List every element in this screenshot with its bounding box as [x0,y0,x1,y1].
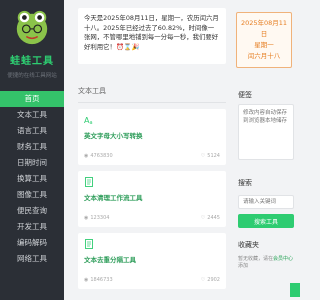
tool-card-meta: ◉ 4763830 ♡ 5124 [84,153,220,159]
memo-textarea[interactable] [238,104,294,160]
heart-icon: ♡ [200,215,206,221]
sidebar-item-dev-tools[interactable]: 开发工具 [0,219,64,235]
date-line: 2025年08月11日 [240,19,288,38]
sidebar-item-language-tools[interactable]: 语言工具 [0,123,64,139]
font-case-icon: A a [84,116,93,125]
favorites-title: 收藏夹 [238,241,259,249]
weekday-line: 星期一 [254,41,274,49]
memo-title: 便签 [238,91,252,99]
fav-count: ♡ 2902 [201,277,220,283]
eye-icon: ◉ [84,153,89,159]
date-banner: 今天是2025年08月11日，星期一，农历闰六月十八。2025年已经过去了60.… [78,8,226,64]
favorites-empty-text: 暂无收藏，请在会员中心添加 [238,256,296,270]
brand-slogan: 便捷的在线工具网站 [7,73,57,79]
fav-count: ♡ 5124 [201,153,220,159]
view-count: ◉ 4763830 [84,153,113,159]
favorites-add-button[interactable] [290,283,300,297]
tool-card-meta: ◉ 123304 ♡ 2445 [84,215,220,221]
sidebar-item-network-tools[interactable]: 网络工具 [0,251,64,267]
document-icon [85,239,93,249]
eye-icon: ◉ [84,215,89,221]
fav-count-value: 2902 [207,277,220,283]
member-center-link[interactable]: 会员中心 [273,256,293,262]
tool-card-title[interactable]: 英文字母大小写转换 [84,130,220,140]
heart-icon: ♡ [200,153,206,159]
sidebar-item-image-tools[interactable]: 图像工具 [0,187,64,203]
view-count-value: 1846733 [90,277,113,283]
fav-count-value: 2445 [207,215,220,221]
svg-text:a: a [90,120,93,125]
tool-card[interactable]: A a 英文字母大小写转换 ◉ 4763830 ♡ 5124 [78,109,226,165]
right-panel: 2025年08月11日 星期一 闰六月十八 便签 搜索 搜索工具 收藏夹 暂无收… [230,0,300,300]
sidebar-item-text-tools[interactable]: 文本工具 [0,107,64,123]
tool-card-title[interactable]: 文本清理工作流工具 [84,192,220,202]
logo-area: 蛙蛙工具 便捷的在线工具网站 [0,0,64,79]
search-title: 搜索 [238,179,252,187]
view-count: ◉ 1846733 [84,277,113,283]
search-input[interactable] [238,195,294,209]
tool-card-meta: ◉ 1846733 ♡ 2902 [84,277,220,283]
brand-name[interactable]: 蛙蛙工具 [10,52,54,67]
date-box: 2025年08月11日 星期一 闰六月十八 [236,12,292,68]
view-count-value: 4763830 [90,153,113,159]
sidebar-nav: 首页 文本工具 语言工具 财务工具 日期时间 换算工具 图像工具 便民查询 开发… [0,91,64,267]
document-icon [85,177,93,187]
favorites-text-1: 暂无收藏，请在 [238,256,274,262]
section-divider [78,102,226,103]
tool-card-title[interactable]: 文本去重分隔工具 [84,254,220,264]
sidebar-item-conversion-tools[interactable]: 换算工具 [0,171,64,187]
view-count-value: 123304 [90,215,110,221]
main-content: 今天是2025年08月11日，星期一，农历闰六月十八。2025年已经过去了60.… [64,0,230,300]
view-count: ◉ 123304 [84,215,109,221]
sidebar: 蛙蛙工具 便捷的在线工具网站 首页 文本工具 语言工具 财务工具 日期时间 换算… [0,0,64,300]
fav-count-value: 5124 [207,153,220,159]
heart-icon: ♡ [200,277,206,283]
favorites-text-2: 添加 [238,263,249,269]
tool-card[interactable]: 文本去重分隔工具 ◉ 1846733 ♡ 2902 [78,233,226,289]
eye-icon: ◉ [84,277,89,283]
sidebar-item-home[interactable]: 首页 [0,91,64,107]
frog-logo-icon[interactable] [13,8,51,46]
sidebar-item-lookup[interactable]: 便民查询 [0,203,64,219]
tool-card[interactable]: 文本清理工作流工具 ◉ 123304 ♡ 2445 [78,171,226,227]
sidebar-item-finance-tools[interactable]: 财务工具 [0,139,64,155]
search-button[interactable]: 搜索工具 [238,214,294,228]
section-title: 文本工具 [78,87,106,95]
sidebar-item-datetime[interactable]: 日期时间 [0,155,64,171]
fav-count: ♡ 2445 [201,215,220,221]
sidebar-item-encode-decode[interactable]: 编码解码 [0,235,64,251]
lunar-date-line: 闰六月十八 [247,52,281,60]
